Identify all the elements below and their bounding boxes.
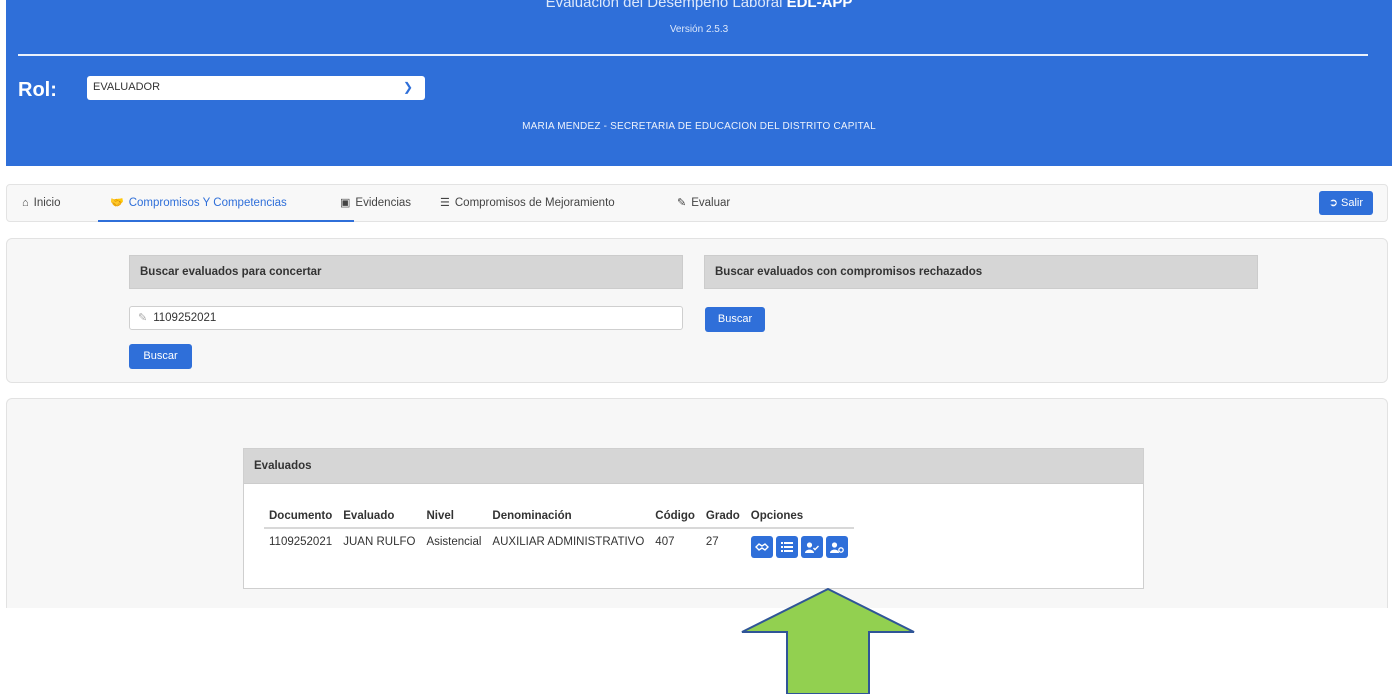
cell-evaluado: JUAN RULFO bbox=[343, 536, 416, 548]
column-header: Nivel bbox=[421, 508, 488, 529]
user-check-icon bbox=[804, 541, 819, 553]
edit-icon: ✎ bbox=[677, 197, 687, 209]
sign-out-icon: ➲ bbox=[1328, 197, 1341, 209]
nav-item-compromisos-competencias[interactable]: 🤝 Compromisos Y Competencias bbox=[98, 185, 354, 222]
column-header: Grado bbox=[700, 508, 746, 529]
cell-nivel: Asistencial bbox=[426, 536, 482, 548]
nav-item-label: Evaluar bbox=[691, 197, 731, 209]
concertar-compromisos-button[interactable] bbox=[750, 536, 773, 558]
evaluados-heading: Evaluados bbox=[244, 449, 1143, 484]
app-title: Evaluación del Desempeño Laboral EDL-APP bbox=[545, 0, 853, 11]
handshake-icon bbox=[754, 543, 769, 551]
column-header: Evaluado bbox=[338, 508, 422, 529]
user-gear-button[interactable] bbox=[825, 536, 848, 558]
nav-item-evaluar[interactable]: ✎ Evaluar bbox=[677, 185, 730, 222]
evaluados-card: Evaluados Documento Evaluado Nivel Denom… bbox=[243, 448, 1144, 589]
column-header: Opciones bbox=[745, 508, 854, 529]
results-panel: Evaluados Documento Evaluado Nivel Denom… bbox=[6, 398, 1388, 608]
column-header: Código bbox=[650, 508, 701, 529]
home-icon: ⌂ bbox=[22, 197, 29, 209]
user-check-button[interactable] bbox=[800, 536, 823, 558]
document-search-value: 1109252021 bbox=[153, 312, 217, 324]
cell-documento: 1109252021 bbox=[269, 536, 333, 548]
app-header: Evaluación del Desempeño Laboral EDL-APP… bbox=[6, 0, 1392, 166]
search-panel: Buscar evaluados para concertar Buscar e… bbox=[6, 238, 1388, 383]
buscar-rechazados-button[interactable]: Buscar bbox=[705, 307, 765, 332]
rechazados-heading: Buscar evaluados con compromisos rechaza… bbox=[704, 255, 1258, 289]
handshake-icon: 🤝 bbox=[110, 197, 124, 209]
nav-item-inicio[interactable]: ⌂ Inicio bbox=[22, 185, 61, 222]
edit-icon: ✎ bbox=[138, 312, 148, 324]
chevron-down-icon: ❯ bbox=[402, 80, 413, 94]
list-icon bbox=[780, 542, 793, 552]
cell-denominacion: AUXILIAR ADMINISTRATIVO bbox=[492, 536, 645, 548]
user-info: MARIA MENDEZ - SECRETARIA DE EDUCACION D… bbox=[522, 121, 876, 132]
nav-item-compromisos-mejoramiento[interactable]: ☰ Compromisos de Mejoramiento bbox=[440, 185, 615, 222]
buscar-button[interactable]: Buscar bbox=[129, 344, 192, 369]
cell-codigo: 407 bbox=[655, 536, 675, 548]
table-row: 1109252021 JUAN RULFO Asistencial AUXILI… bbox=[264, 528, 854, 563]
rol-select[interactable]: EVALUADOR ❯ bbox=[87, 76, 425, 100]
column-header: Denominación bbox=[487, 508, 651, 529]
nav-item-label: Evidencias bbox=[355, 197, 412, 209]
document-search-input[interactable]: ✎ 1109252021 bbox=[129, 306, 683, 330]
nav-item-label: Compromisos Y Competencias bbox=[128, 197, 287, 209]
view-list-button[interactable] bbox=[775, 536, 798, 558]
nav-item-label: Inicio bbox=[33, 197, 61, 209]
header-divider bbox=[18, 54, 1368, 56]
table-header-row: Documento Evaluado Nivel Denominación Có… bbox=[264, 508, 854, 529]
rol-label: Rol: bbox=[18, 79, 57, 101]
up-arrow-annotation bbox=[741, 588, 915, 694]
user-gear-icon bbox=[829, 541, 844, 553]
cell-grado: 27 bbox=[705, 536, 719, 548]
salir-label: Salir bbox=[1340, 197, 1363, 209]
save-icon: ▣ bbox=[340, 197, 351, 209]
rol-select-value: EVALUADOR bbox=[93, 81, 161, 93]
app-version: Versión 2.5.3 bbox=[669, 24, 729, 35]
cell-opciones bbox=[746, 528, 854, 563]
evaluados-table: Documento Evaluado Nivel Denominación Có… bbox=[264, 508, 854, 563]
list-icon: ☰ bbox=[440, 197, 450, 209]
concertar-heading: Buscar evaluados para concertar bbox=[129, 255, 683, 289]
column-header: Documento bbox=[264, 508, 339, 529]
nav-item-evidencias[interactable]: ▣ Evidencias bbox=[340, 185, 411, 222]
nav-item-label: Compromisos de Mejoramiento bbox=[454, 197, 615, 209]
main-nav: ⌂ Inicio 🤝 Compromisos Y Competencias ▣ Evi… bbox=[6, 184, 1388, 222]
salir-button[interactable]: ➲ Salir bbox=[1318, 191, 1373, 215]
